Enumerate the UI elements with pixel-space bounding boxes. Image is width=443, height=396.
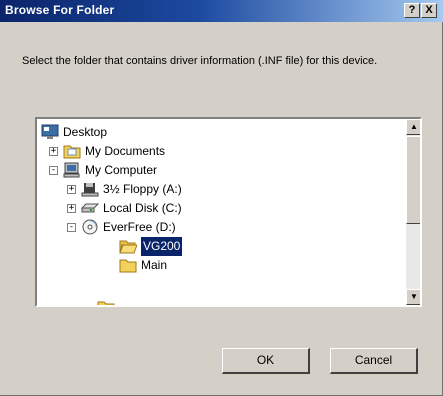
close-button[interactable]: X — [421, 3, 437, 18]
tree-item-label: My Computer — [85, 163, 158, 177]
tree-item-everfree-drive[interactable]: - EverFree (D:) — [67, 218, 379, 237]
scroll-up-button[interactable]: ▲ — [406, 119, 420, 135]
scrollbar-thumb[interactable] — [406, 136, 420, 224]
tree-item-label: Main — [141, 258, 168, 272]
collapse-toggle[interactable]: - — [49, 166, 58, 175]
tree-item-floppy[interactable]: + 3½ Floppy (A:) — [67, 180, 379, 199]
tree-item-my-computer[interactable]: - My Computer — [49, 161, 379, 180]
tree-item-vg200[interactable]: VG200 — [119, 236, 359, 257]
browse-for-folder-dialog: Browse For Folder ? X Select the folder … — [0, 0, 443, 396]
expand-toggle[interactable]: + — [67, 204, 76, 213]
desktop-icon — [41, 124, 59, 139]
collapse-toggle[interactable]: - — [67, 223, 76, 232]
tree-item-desktop[interactable]: Desktop — [41, 123, 381, 142]
floppy-icon — [81, 183, 99, 197]
tree-item-label: Desktop — [63, 125, 108, 139]
tree-item-label: My Documents — [85, 144, 166, 158]
folder-icon — [119, 259, 137, 273]
expand-toggle[interactable]: + — [49, 147, 58, 156]
tree-item-local-disk[interactable]: + Local Disk (C:) — [67, 199, 379, 218]
ok-button[interactable]: OK — [222, 348, 310, 374]
tree-item-main[interactable]: Main — [119, 256, 359, 275]
tree-item-my-documents[interactable]: + My Documents — [49, 142, 379, 161]
window-title: Browse For Folder — [5, 3, 115, 17]
title-bar[interactable]: Browse For Folder ? X — [0, 0, 443, 22]
help-button[interactable]: ? — [404, 3, 420, 18]
expand-toggle[interactable]: + — [67, 185, 76, 194]
folder-open-icon — [119, 240, 137, 254]
folder-tree[interactable]: Desktop + My Documents - My Computer + 3… — [35, 117, 422, 307]
folder-documents-icon — [63, 145, 81, 159]
tree-item-label: 3½ Floppy (A:) — [103, 182, 182, 196]
vertical-scrollbar[interactable]: ▲ ▼ — [406, 119, 420, 305]
computer-icon — [63, 162, 80, 178]
partial-folder-icon — [97, 301, 115, 305]
tree-item-label-selected: VG200 — [139, 236, 184, 257]
cancel-button[interactable]: Cancel — [330, 348, 418, 374]
instruction-text: Select the folder that contains driver i… — [22, 55, 378, 67]
tree-item-label: Local Disk (C:) — [103, 201, 182, 215]
cd-drive-icon — [82, 219, 98, 235]
hard-disk-icon — [81, 203, 99, 213]
scroll-down-button[interactable]: ▼ — [406, 289, 420, 305]
tree-item-label: EverFree (D:) — [103, 220, 176, 234]
